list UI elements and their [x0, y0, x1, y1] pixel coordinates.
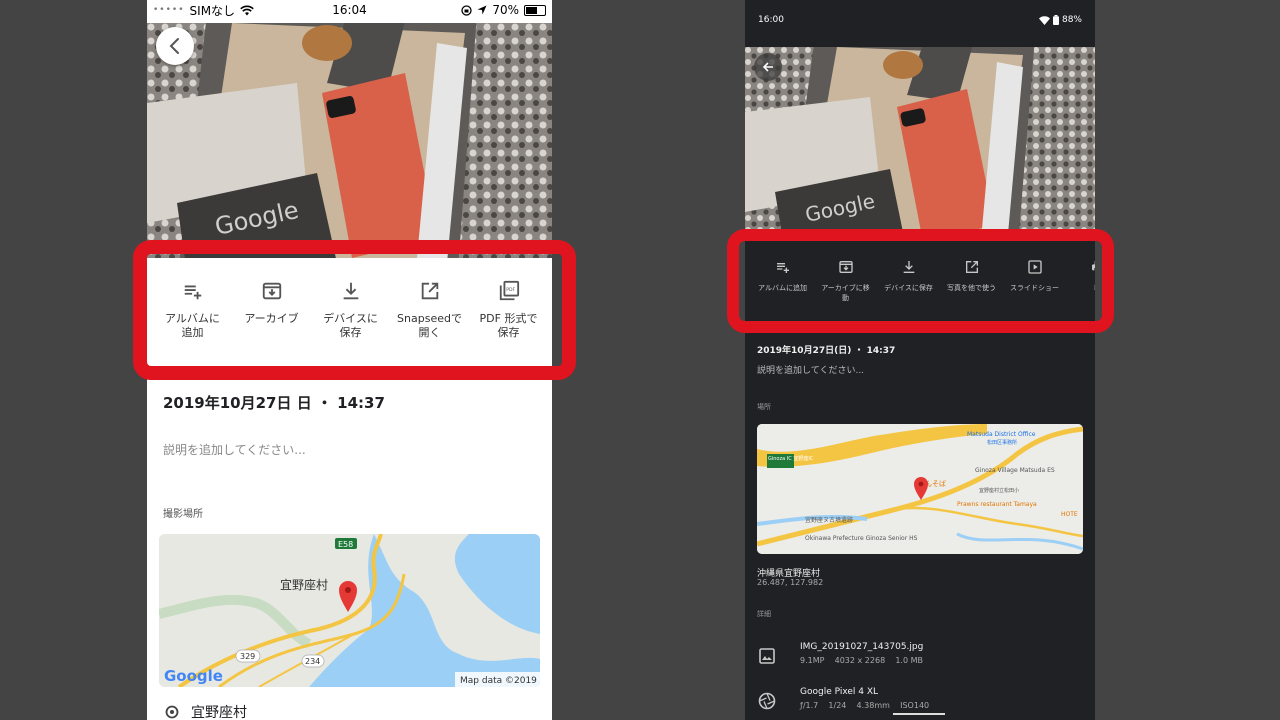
place-pin-icon [165, 705, 179, 719]
status-time: 16:00 [758, 15, 784, 25]
photo-preview[interactable]: Google [147, 23, 552, 258]
map-restaurant-label: んそば [925, 479, 946, 488]
wifi-icon [240, 5, 254, 15]
rotation-lock-icon [461, 4, 472, 16]
photo-preview[interactable]: Google [745, 47, 1095, 240]
battery-percent: 70% [492, 3, 519, 17]
map-district-office-label: Matsuda District Office [967, 431, 1036, 438]
photo-image: Google [147, 23, 552, 258]
location-map[interactable]: E58 宜野座村 329 234 Google Map data ©2019 [159, 534, 540, 687]
google-logo: Google [164, 667, 223, 685]
battery-percent: 88% [1061, 15, 1082, 25]
android-status-bar: 16:00 88% [745, 0, 1095, 40]
description-input[interactable]: 説明を追加してください... [163, 441, 306, 458]
wifi-icon [1038, 15, 1050, 25]
camera-meta: ƒ/1.7 1/24 4.38mm ISO140 [800, 701, 930, 710]
back-button[interactable] [754, 53, 782, 81]
carrier-label: SIMなし [189, 3, 236, 18]
location-map[interactable]: Ginoza IC 宜野座IC Matsuda District Office … [757, 424, 1083, 554]
arrow-left-icon [762, 62, 773, 72]
map-ic-label: Ginoza IC 宜野座IC [768, 455, 814, 462]
location-section-header: 場所 [757, 403, 771, 411]
battery-icon [1052, 15, 1059, 25]
photo-date: 2019年10月27日 日 ・ 14:37 [163, 394, 385, 412]
android-google-photos-screen: 16:00 88% Google アルバムに追加 アーカイブに移 動 デバイスに… [745, 0, 1095, 720]
file-meta: 9.1MP 4032 x 2268 1.0 MB [800, 656, 923, 665]
photo-image: Google [745, 47, 1095, 240]
back-button[interactable] [156, 27, 194, 65]
map-museum-label: 宜野座ヌ古墳遺跡 [805, 516, 853, 524]
location-section-header: 撮影場所 [163, 509, 203, 520]
route-329-label: 329 [240, 652, 255, 661]
map-okinawa-label: Okinawa Prefecture Ginoza Senior HS [805, 535, 918, 542]
place-name: 宜野座村 [191, 705, 247, 720]
chevron-left-icon [169, 38, 179, 54]
route-234-label: 234 [305, 657, 320, 666]
file-info-row: IMG_20191027_143705.jpg 9.1MP 4032 x 226… [757, 642, 923, 666]
iso-underline [893, 713, 945, 715]
photo-date: 2019年10月27日(日) ・ 14:37 [757, 346, 896, 356]
place-coordinates: 26.487, 127.982 [757, 578, 824, 587]
description-input[interactable]: 説明を追加してください... [757, 363, 864, 376]
map-place-label: 宜野座村 [280, 577, 328, 592]
highway-label: E58 [338, 540, 353, 549]
highlight-box-left [133, 240, 576, 380]
map-attribution: Map data ©2019 [460, 676, 537, 686]
map-prawns-label: Prawns restaurant Tamaya [957, 501, 1037, 508]
aperture-icon [758, 692, 776, 710]
camera-name: Google Pixel 4 XL [800, 687, 879, 697]
map-image: Ginoza IC 宜野座IC Matsuda District Office … [757, 424, 1083, 554]
map-school-label: Ginoza Village Matsuda ES [975, 467, 1055, 474]
details-section-header: 詳細 [757, 610, 771, 618]
ios-status-bar: ••••• SIMなし 16:04 70% [147, 0, 552, 20]
image-icon [759, 648, 775, 664]
map-hotel-label: HOTE [1061, 511, 1078, 518]
battery-icon [524, 4, 546, 16]
map-district-office-jp-label: 松田区事務所 [987, 439, 1017, 446]
map-image: E58 宜野座村 329 234 Google Map data ©2019 [159, 534, 540, 687]
place-row[interactable]: 宜野座村 [165, 702, 247, 720]
file-name: IMG_20191027_143705.jpg [800, 642, 924, 652]
map-school-jp-label: 宜野座村立松田小 [979, 487, 1019, 494]
camera-info-row: Google Pixel 4 XL ƒ/1.7 1/24 4.38mm ISO1… [757, 687, 929, 711]
highlight-box-right [727, 229, 1114, 333]
location-arrow-icon [477, 5, 487, 15]
signal-dots-icon: ••••• [153, 5, 185, 15]
